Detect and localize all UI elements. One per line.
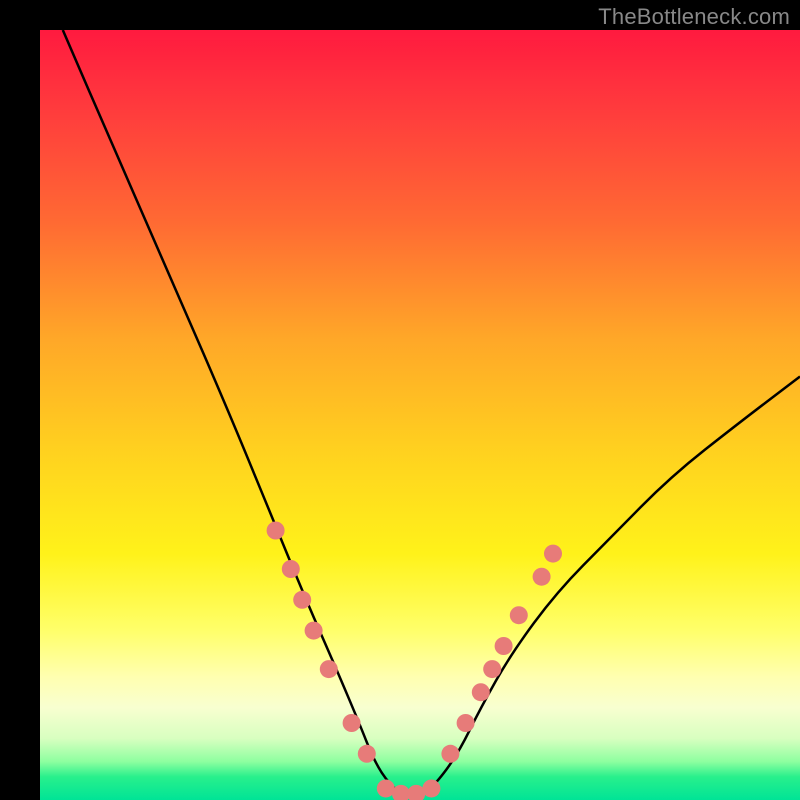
marker-dot [343, 714, 361, 732]
marker-dot [267, 522, 285, 540]
marker-dot [320, 660, 338, 678]
marker-dot [510, 606, 528, 624]
marker-dot [422, 779, 440, 797]
plot-area [40, 30, 800, 800]
chart-frame: TheBottleneck.com [0, 0, 800, 800]
curve-layer [40, 30, 800, 800]
marker-dot [305, 622, 323, 640]
marker-dot [457, 714, 475, 732]
marker-group [267, 522, 562, 800]
marker-dot [483, 660, 501, 678]
marker-dot [358, 745, 376, 763]
v-curve-path [63, 30, 800, 796]
marker-dot [495, 637, 513, 655]
marker-dot [472, 683, 490, 701]
marker-dot [533, 568, 551, 586]
marker-dot [293, 591, 311, 609]
watermark-text: TheBottleneck.com [598, 4, 790, 30]
marker-dot [282, 560, 300, 578]
marker-dot [544, 545, 562, 563]
marker-dot [441, 745, 459, 763]
